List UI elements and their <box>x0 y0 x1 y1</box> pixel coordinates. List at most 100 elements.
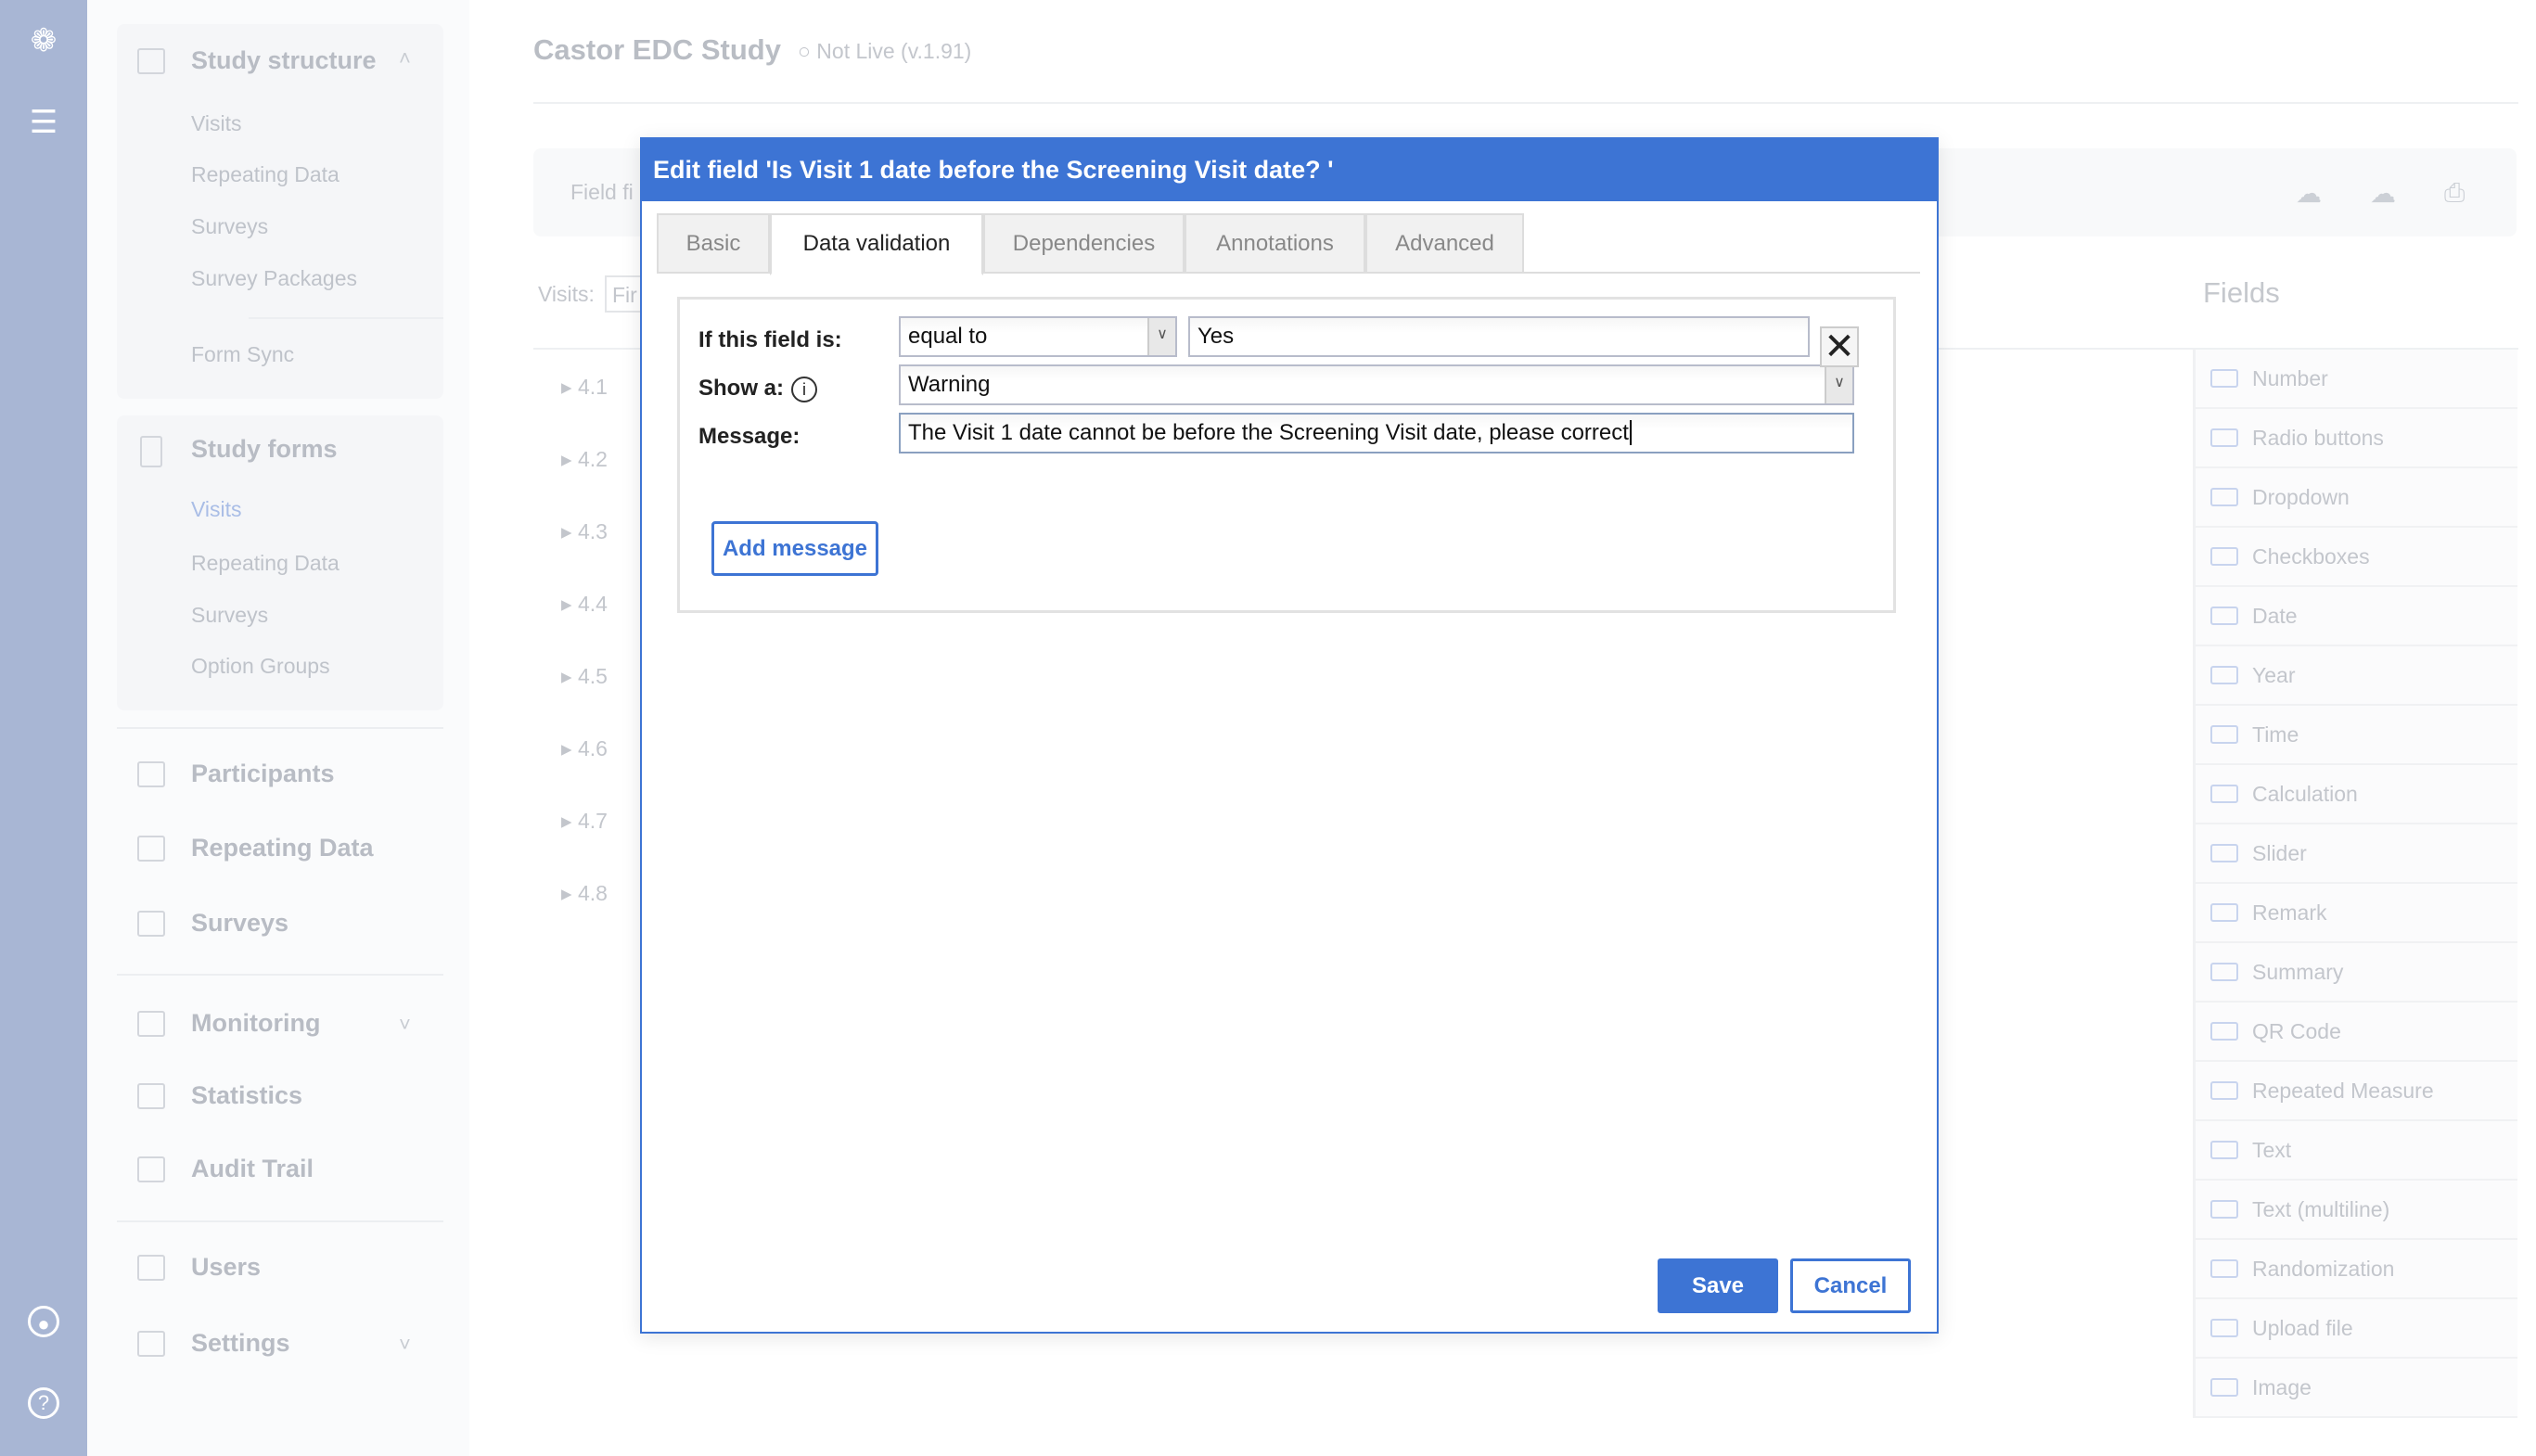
save-button[interactable]: Save <box>1658 1258 1778 1313</box>
audit-trail-icon <box>137 1156 165 1182</box>
field-type-item[interactable]: Text (multiline) <box>2193 1181 2517 1240</box>
sidebar-item[interactable]: Statistics <box>191 1081 302 1110</box>
sidebar-item[interactable]: Survey Packages <box>191 266 357 291</box>
remove-rule-close-icon[interactable]: ✕ <box>1820 326 1859 367</box>
field-type-slider-icon <box>2210 844 2238 862</box>
sidebar-item[interactable]: Visits <box>191 111 242 136</box>
field-type-label: Radio buttons <box>2252 425 2384 450</box>
show-label-text: Show a: <box>698 376 785 401</box>
chevron-up-icon[interactable]: ˄ <box>399 46 411 70</box>
field-type-item[interactable]: Remark <box>2193 884 2517 943</box>
tab-data-validation[interactable]: Data validation <box>770 213 983 275</box>
tree-row[interactable]: ▸ 4.4 <box>561 592 608 617</box>
help-icon[interactable]: ? <box>28 1387 59 1419</box>
chevron-down-icon[interactable]: ˅ <box>399 1013 411 1037</box>
sidebar-item[interactable]: Audit Trail <box>191 1155 314 1183</box>
row-number: 4.7 <box>577 809 608 833</box>
sidebar-item[interactable]: Visits <box>191 497 242 522</box>
field-type-item[interactable]: Summary <box>2193 943 2517 1003</box>
caret-right-icon: ▸ <box>561 809 578 833</box>
sidebar-item[interactable]: Option Groups <box>191 654 330 679</box>
field-type-item[interactable]: Calculation <box>2193 765 2517 824</box>
caret-right-icon: ▸ <box>561 592 578 616</box>
sidebar-item[interactable]: Settings <box>191 1329 290 1358</box>
divider <box>117 1220 443 1222</box>
tree-row[interactable]: ▸ 4.3 <box>561 519 608 544</box>
tree-row[interactable]: ▸ 4.7 <box>561 809 608 834</box>
chevron-down-icon[interactable]: ˅ <box>399 1333 411 1357</box>
cancel-button[interactable]: Cancel <box>1790 1258 1911 1313</box>
sidebar-item[interactable]: Participants <box>191 760 335 788</box>
validation-rule-panel: If this field is: equal to ∨ Yes Show a: i… <box>677 297 1896 613</box>
field-type-label: Slider <box>2252 840 2307 865</box>
add-message-button[interactable]: Add message <box>711 521 878 576</box>
field-type-item[interactable]: Radio buttons <box>2193 409 2517 468</box>
castor-logo-icon[interactable]: ❁ <box>25 22 62 59</box>
tab-dependencies[interactable]: Dependencies <box>983 213 1185 274</box>
text-cursor <box>1629 420 1632 445</box>
field-type-item[interactable]: Time <box>2193 706 2517 765</box>
caret-right-icon: ▸ <box>561 736 578 760</box>
page-title: Castor EDC Study <box>533 33 781 66</box>
tree-row[interactable]: ▸ 4.5 <box>561 664 608 689</box>
sidebar-item[interactable]: Surveys <box>191 909 288 938</box>
sidebar-section-study-structure[interactable]: Study structure <box>191 46 377 75</box>
study-book-icon[interactable]: ☰ <box>25 104 62 141</box>
print-icon[interactable]: ⎙ <box>2444 178 2465 209</box>
sidebar-item[interactable]: Surveys <box>191 214 268 239</box>
field-type-label: Randomization <box>2252 1256 2395 1281</box>
field-type-upload-file-icon <box>2210 1319 2238 1337</box>
field-type-item[interactable]: Dropdown <box>2193 468 2517 528</box>
field-type-radio-buttons-icon <box>2210 428 2238 447</box>
tree-row[interactable]: ▸ 4.2 <box>561 447 608 472</box>
tab-advanced[interactable]: Advanced <box>1365 213 1524 274</box>
row-number: 4.2 <box>577 447 608 471</box>
row-number: 4.8 <box>577 881 608 905</box>
field-type-label: Text <box>2252 1137 2292 1162</box>
sidebar-item[interactable]: Repeating Data <box>191 162 339 187</box>
field-type-item[interactable]: Year <box>2193 646 2517 706</box>
field-type-item[interactable]: Repeated Measure <box>2193 1062 2517 1121</box>
upload-cloud-icon[interactable]: ☁ <box>2296 178 2322 209</box>
field-type-image-icon <box>2210 1378 2238 1397</box>
chevron-down-icon: ∨ <box>1147 318 1175 355</box>
sidebar-item[interactable]: Surveys <box>191 603 268 628</box>
operator-select[interactable]: equal to ∨ <box>899 316 1177 357</box>
tree-row[interactable]: ▸ 4.6 <box>561 736 608 761</box>
field-type-item[interactable]: Date <box>2193 587 2517 646</box>
download-cloud-icon[interactable]: ☁ <box>2370 178 2396 209</box>
message-input[interactable]: The Visit 1 date cannot be before the Sc… <box>899 413 1854 453</box>
show-type-select[interactable]: Warning ∨ <box>899 364 1854 405</box>
tab-annotations[interactable]: Annotations <box>1185 213 1365 274</box>
clipboard-icon <box>140 436 162 467</box>
field-type-item[interactable]: Checkboxes <box>2193 528 2517 587</box>
row-number: 4.5 <box>577 664 608 688</box>
field-type-item[interactable]: Upload file <box>2193 1299 2517 1359</box>
sidebar-item[interactable]: Monitoring <box>191 1009 320 1038</box>
sidebar-item[interactable]: Users <box>191 1253 261 1282</box>
field-type-item[interactable]: Randomization <box>2193 1240 2517 1299</box>
if-field-label: If this field is: <box>698 327 842 352</box>
caret-right-icon: ▸ <box>561 375 578 399</box>
field-type-item[interactable]: Text <box>2193 1121 2517 1181</box>
tab-basic[interactable]: Basic <box>657 213 770 274</box>
field-type-item[interactable]: Number <box>2193 350 2517 409</box>
field-type-item[interactable]: Image <box>2193 1359 2517 1418</box>
value-input[interactable]: Yes <box>1188 316 1810 357</box>
field-type-label: Number <box>2252 365 2328 390</box>
tree-row[interactable]: ▸ 4.1 <box>561 375 608 400</box>
tree-row[interactable]: ▸ 4.8 <box>561 881 608 906</box>
info-icon[interactable]: i <box>791 377 818 402</box>
monitoring-icon <box>137 1011 165 1037</box>
field-type-item[interactable]: Slider <box>2193 824 2517 884</box>
sidebar-section-study-forms[interactable]: Study forms <box>191 435 338 464</box>
field-type-year-icon <box>2210 666 2238 684</box>
dialog-title: Edit field 'Is Visit 1 date before the S… <box>642 139 1937 201</box>
field-type-qr-code-icon <box>2210 1022 2238 1041</box>
show-type-value: Warning <box>908 372 991 397</box>
sidebar-item-form-sync[interactable]: Form Sync <box>191 342 294 367</box>
sidebar-item[interactable]: Repeating Data <box>191 551 339 576</box>
user-circle-icon[interactable]: ● <box>28 1306 59 1337</box>
field-type-item[interactable]: QR Code <box>2193 1003 2517 1062</box>
sidebar-item[interactable]: Repeating Data <box>191 834 374 862</box>
